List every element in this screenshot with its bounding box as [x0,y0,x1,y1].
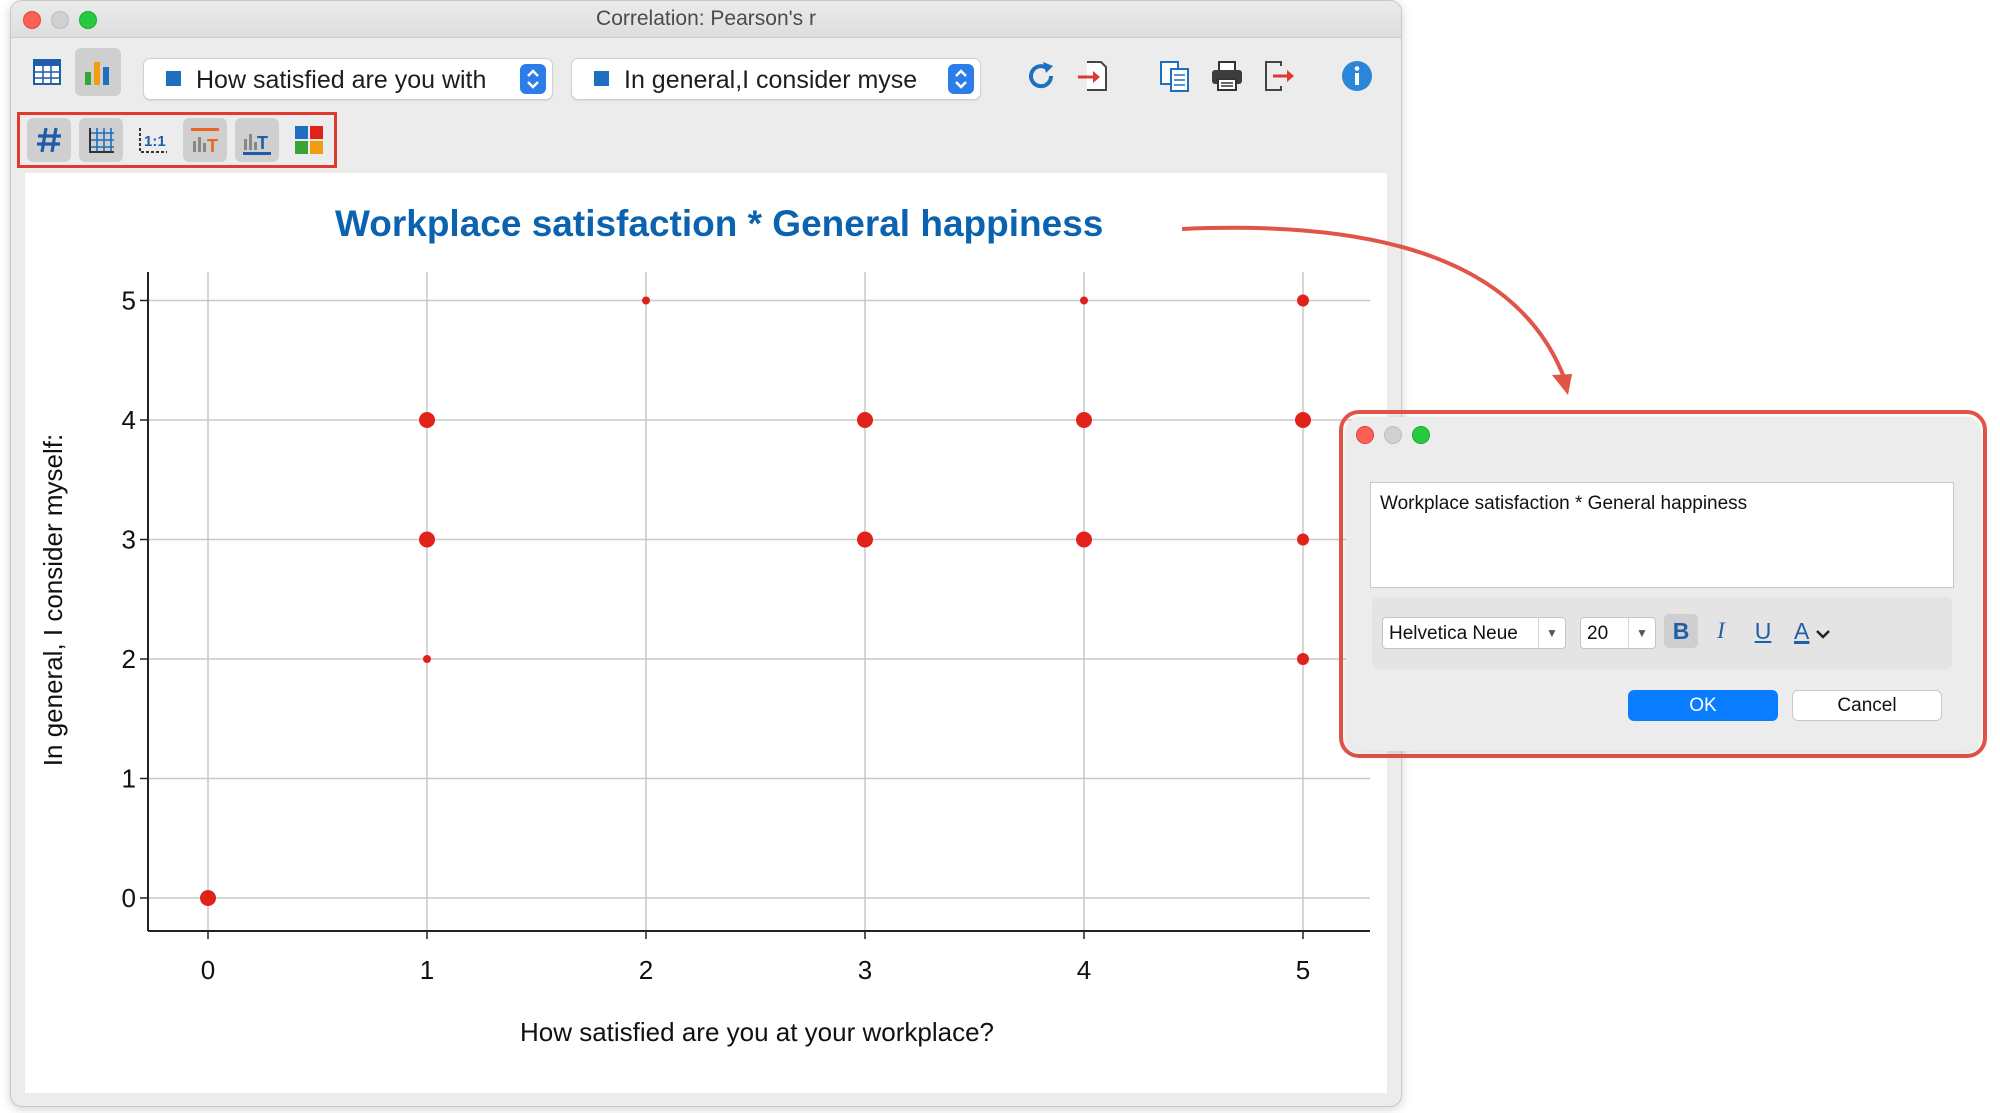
table-icon [33,59,61,85]
chevron-down-icon [1816,630,1831,639]
chart-pane [25,173,1387,1093]
dialog-title-bar [1346,417,1980,451]
font-family-value: Helvetica Neue [1389,623,1518,644]
main-window: Correlation: Pearson's r How satisfied a… [10,0,1402,1107]
info-button[interactable] [1335,54,1379,98]
dialog-minimize-button[interactable] [1384,426,1402,444]
export-icon [1265,61,1294,91]
info-icon [1342,61,1372,91]
italic-button[interactable]: I [1704,614,1738,648]
underline-icon: U [1754,617,1772,644]
variable-color-swatch [594,71,609,86]
chevron-down-icon: ▼ [1538,618,1565,648]
copy-button[interactable] [1153,54,1197,98]
dialog-close-button[interactable] [1356,426,1374,444]
toolbar: How satisfied are you with In general,I … [11,38,1401,172]
format-bar: Helvetica Neue ▼ 20 ▼ B I U A [1372,597,1952,669]
title-text-input[interactable]: Workplace satisfaction * General happine… [1370,482,1954,588]
print-icon [1212,61,1242,91]
refresh-button[interactable] [1019,54,1063,98]
dialog-zoom-button[interactable] [1412,426,1430,444]
copy-icon [1160,61,1189,92]
table-view-button[interactable] [25,50,69,94]
chevron-down-icon: ▼ [1628,618,1655,648]
window-title: Correlation: Pearson's r [596,7,816,30]
import-icon [1078,61,1107,91]
ok-button[interactable]: OK [1628,690,1778,721]
bold-button[interactable]: B [1664,614,1698,648]
title-edit-dialog: Workplace satisfaction * General happine… [1346,417,1980,751]
x-variable-select[interactable]: How satisfied are you with [143,58,553,100]
underline-button[interactable]: U [1746,614,1780,648]
text-color-icon: A [1794,617,1810,644]
y-variable-select[interactable]: In general,I consider myse [571,58,981,100]
chart-title[interactable]: Workplace satisfaction * General happine… [335,203,1103,245]
font-size-select[interactable]: 20 ▼ [1580,617,1656,649]
title-bar: Correlation: Pearson's r [11,1,1401,38]
italic-icon: I [1717,618,1725,643]
chart-view-button[interactable] [75,48,121,96]
chart-icon [85,62,109,85]
variable-color-swatch [166,71,181,86]
chart-toolbar-highlight [17,112,337,168]
y-variable-value: In general,I consider myse [624,66,918,94]
font-family-select[interactable]: Helvetica Neue ▼ [1382,617,1566,649]
bold-icon: B [1672,617,1690,644]
font-size-value: 20 [1587,623,1609,644]
print-button[interactable] [1205,54,1249,98]
export-button[interactable] [1257,54,1301,98]
arrowhead [1552,374,1572,395]
cancel-button[interactable]: Cancel [1792,690,1942,721]
text-color-button[interactable]: A [1788,614,1848,648]
select-stepper-icon[interactable] [948,64,974,94]
import-button[interactable] [1071,54,1115,98]
x-variable-value: How satisfied are you with [196,66,487,94]
refresh-icon [1029,62,1054,89]
select-stepper-icon[interactable] [520,64,546,94]
